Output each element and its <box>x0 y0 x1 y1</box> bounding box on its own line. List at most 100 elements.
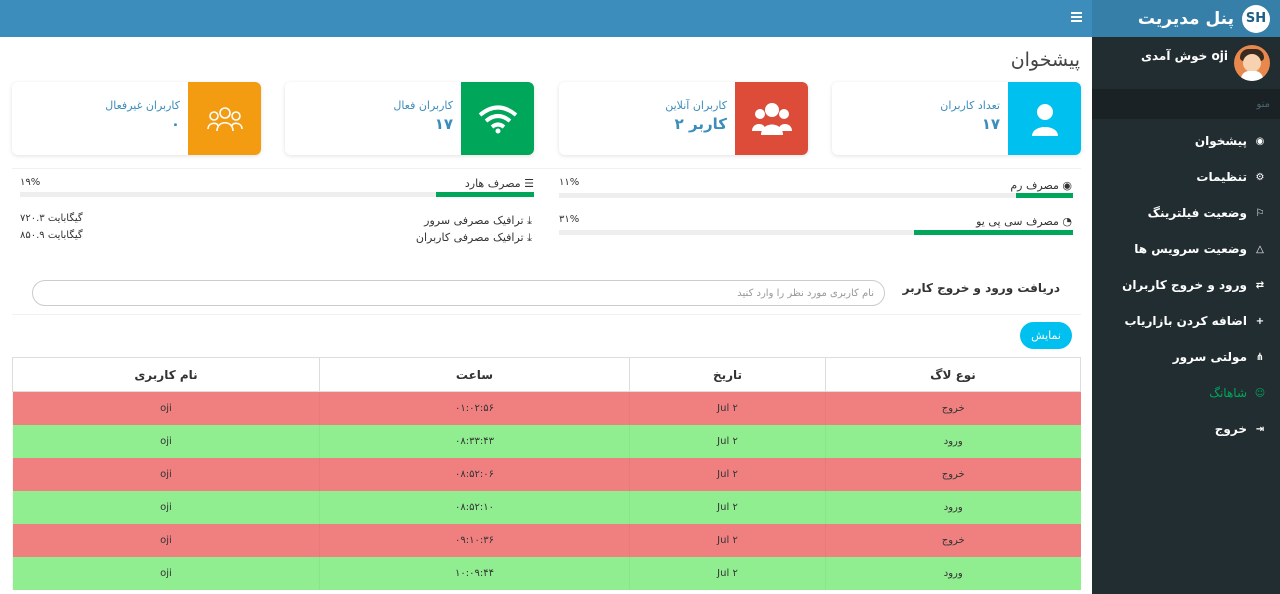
plus-icon: + <box>1255 315 1265 327</box>
server-traffic-value: ۷۲۰.۳ گیگابایت <box>20 213 83 224</box>
box-icon-bg <box>188 82 261 155</box>
pie-chart-icon: ◔ <box>1062 215 1072 228</box>
sidebar-item-add-marketer[interactable]: اضافه کردن بازاریاب + <box>1092 303 1280 339</box>
cpu-progress-fill <box>913 230 1073 235</box>
ram-usage-label: مصرف رم ◉ <box>1010 179 1072 192</box>
online-users-box: کاربران آنلاین ۲ کاربر <box>559 82 808 155</box>
username-cell: oji <box>12 457 320 491</box>
user-traffic-label: ترافیک مصرفی کاربران ⤓ <box>415 231 532 244</box>
database-icon: ☰ <box>524 177 534 190</box>
box-value: ۱۷ <box>981 115 1000 133</box>
cpu-progress-bar <box>559 230 1073 235</box>
time-cell: ۰۸:۵۲:۰۶ <box>319 457 630 491</box>
user-traffic-value: ۸۵۰.۹ گیگابایت <box>20 230 83 241</box>
sidebar-item-logout[interactable]: خروج ⇥ <box>1092 411 1280 447</box>
time-cell: ۰۱:۰۲:۵۶ <box>319 391 630 425</box>
sidebar-item-label: تنظیمات <box>1196 170 1247 184</box>
disk-usage-label: مصرف هارد ☰ <box>464 177 534 190</box>
username-cell: oji <box>12 523 320 557</box>
ram-progress-bar <box>559 193 1073 198</box>
total-users-box: تعداد کاربران ۱۷ <box>832 82 1081 155</box>
table-row: خروج ۲ Jul ۰۱:۰۲:۵۶ oji <box>12 391 1081 425</box>
log-type-cell: خروج <box>825 523 1081 557</box>
sidebar-item-filtering[interactable]: وضعیت فیلترینگ ⚐ <box>1092 195 1280 231</box>
date-cell: ۲ Jul <box>629 523 826 557</box>
username-cell: oji <box>12 391 320 425</box>
sidebar-item-label: پیشخوان <box>1194 134 1247 148</box>
column-header-log-type[interactable]: نوع لاگ <box>825 357 1081 392</box>
download-icon: ⤓ <box>527 214 532 227</box>
time-cell: ۰۹:۱۰:۳۶ <box>319 523 630 557</box>
shuffle-icon: ⇄ <box>1255 279 1265 291</box>
users-icon <box>751 102 792 135</box>
date-cell: ۲ Jul <box>629 457 826 491</box>
smile-icon: ☺ <box>1254 387 1266 399</box>
ram-percent: ۱۱% <box>559 177 580 188</box>
download-icon: ⤓ <box>527 231 532 244</box>
box-value: ۲ کاربر <box>674 115 727 133</box>
welcome-text: خوش آمدی oji <box>1140 49 1228 63</box>
top-navbar <box>0 0 1092 37</box>
table-row: خروج ۲ Jul ۰۹:۱۰:۳۶ oji <box>12 523 1081 557</box>
date-cell: ۲ Jul <box>629 424 826 458</box>
log-type-cell: خروج <box>825 391 1081 425</box>
log-type-cell: ورود <box>825 424 1081 458</box>
disk-progress-fill <box>436 192 534 197</box>
sidebar-item-dashboard[interactable]: پیشخوان ◉ <box>1092 123 1280 159</box>
dashboard-icon: ◉ <box>1062 179 1072 192</box>
box-label: کاربران آنلاین <box>665 99 727 112</box>
show-logs-button[interactable]: نمایش <box>1020 322 1072 349</box>
sidebar-item-shahang[interactable]: شاهانگ ☺ <box>1092 375 1280 411</box>
sidebar-item-label: اضافه کردن بازاریاب <box>1124 314 1247 328</box>
time-cell: ۰۸:۵۲:۱۰ <box>319 490 630 524</box>
sidebar-item-label: ورود و خروج کاربران <box>1122 278 1247 292</box>
sidebar-item-settings[interactable]: تنظیمات ⚙ <box>1092 159 1280 195</box>
column-header-date[interactable]: تاریخ <box>629 357 826 392</box>
users-outline-icon <box>206 106 243 131</box>
hamburger-menu-icon[interactable] <box>1071 12 1082 24</box>
sidebar-item-label: شاهانگ <box>1209 386 1247 400</box>
username-cell: oji <box>12 424 320 458</box>
box-value: ۱۷ <box>434 115 453 133</box>
cpu-usage-label: مصرف سی پی یو ◔ <box>976 215 1072 228</box>
divider <box>12 314 1081 315</box>
box-label: کاربران غیرفعال <box>105 99 180 112</box>
brand-title: پنل مدیریت <box>1137 8 1234 29</box>
box-label: کاربران فعال <box>393 99 453 112</box>
time-cell: ۰۸:۳۳:۴۳ <box>319 424 630 458</box>
avatar <box>1234 45 1270 81</box>
date-cell: ۲ Jul <box>629 490 826 524</box>
user-log-table: نوع لاگ تاریخ ساعت نام کاربری خروج ۲ Jul… <box>12 357 1081 590</box>
column-header-time[interactable]: ساعت <box>319 357 630 392</box>
box-value: ۰ <box>170 115 180 133</box>
box-icon-bg <box>461 82 534 155</box>
username-search-input[interactable] <box>32 280 885 306</box>
sidebar-item-user-logs[interactable]: ورود و خروج کاربران ⇄ <box>1092 267 1280 303</box>
box-icon-bg <box>735 82 808 155</box>
sidebar-menu: پیشخوان ◉ تنظیمات ⚙ وضعیت فیلترینگ ⚐ وضعیت … <box>1092 119 1280 447</box>
cpu-percent: ۳۱% <box>559 214 580 225</box>
main-content: پیشخوان تعداد کاربران ۱۷ کاربران آنلاین … <box>0 37 1092 594</box>
server-traffic-label: ترافیک مصرفی سرور ⤓ <box>424 214 532 227</box>
sidebar-item-label: وضعیت فیلترینگ <box>1147 206 1247 220</box>
sidebar: پنل مدیریت SH خوش آمدی oji منو پیشخوان ◉ … <box>1092 0 1280 594</box>
sidebar-item-multi-server[interactable]: مولتی سرور ⋔ <box>1092 339 1280 375</box>
gear-icon: ⚙ <box>1255 171 1265 183</box>
sign-out-icon: ⇥ <box>1255 423 1265 435</box>
sidebar-item-services[interactable]: وضعیت سرویس ها △ <box>1092 231 1280 267</box>
dashboard-icon: ◉ <box>1255 135 1265 147</box>
sitemap-icon: ⋔ <box>1255 351 1265 363</box>
table-row: ورود ۲ Jul ۰۸:۵۲:۱۰ oji <box>12 490 1081 524</box>
column-header-username[interactable]: نام کاربری <box>12 357 320 392</box>
sidebar-item-label: وضعیت سرویس ها <box>1134 242 1247 256</box>
linux-icon: △ <box>1256 243 1264 255</box>
table-row: ورود ۲ Jul ۰۸:۳۳:۴۳ oji <box>12 424 1081 458</box>
box-icon-bg <box>1008 82 1081 155</box>
brand-logo-icon: SH <box>1242 4 1270 33</box>
brand[interactable]: پنل مدیریت SH <box>1092 0 1280 37</box>
user-icon <box>1031 103 1058 136</box>
active-users-box: کاربران فعال ۱۷ <box>285 82 534 155</box>
disk-progress-bar <box>20 192 534 197</box>
page-title: پیشخوان <box>1010 49 1080 71</box>
sidebar-item-label: خروج <box>1214 422 1247 436</box>
